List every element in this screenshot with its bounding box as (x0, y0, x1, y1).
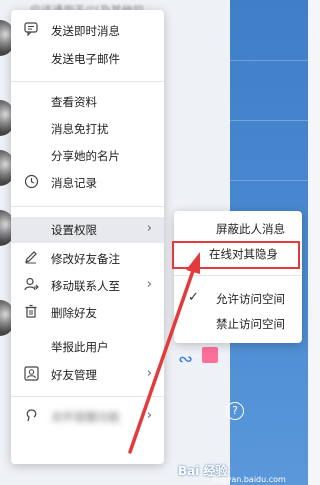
submenu-item-block-messages[interactable]: 屏蔽此人消息 (174, 217, 302, 241)
menu-item-do-not-disturb[interactable]: 消息免打扰 (11, 116, 164, 142)
context-menu: 发送即时消息 发送电子邮件 查看资料 消息免打扰 分享她的名片 消息记录 设置权… (11, 10, 164, 464)
person-card-icon (23, 366, 39, 382)
menu-divider (11, 396, 164, 397)
chevron-right-icon: › (146, 221, 152, 236)
care-icon (23, 408, 39, 424)
submenu-item-label: 允许访问空间 (216, 292, 285, 306)
menu-item-delete-friend[interactable]: 删除好友 (11, 300, 164, 326)
menu-item-send-im[interactable]: 发送即时消息 (11, 18, 164, 44)
person-move-icon (23, 277, 39, 293)
menu-item-label: 分享她的名片 (51, 149, 120, 163)
clock-icon (23, 174, 39, 190)
submenu-item-label: 在线对其隐身 (209, 247, 278, 261)
menu-item-friend-manage[interactable]: 好友管理 › (11, 362, 164, 388)
watermark-url: jingyan.baidu.com (212, 475, 286, 484)
submenu-item-invisible-online[interactable]: 在线对其隐身 (172, 241, 300, 269)
submenu-divider (174, 275, 302, 276)
menu-item-label: 移动联系人至 (51, 279, 120, 293)
pencil-icon (23, 250, 39, 266)
trash-icon (23, 304, 39, 320)
help-icon[interactable]: ? (226, 402, 244, 420)
chat-bubble-icon (23, 22, 39, 38)
check-icon: ✓ (188, 290, 199, 305)
menu-item-share-card[interactable]: 分享她的名片 (11, 143, 164, 169)
swirl-icon[interactable]: ∾ (178, 349, 193, 370)
gift-icon[interactable] (202, 347, 218, 363)
menu-item-view-profile[interactable]: 查看资料 (11, 89, 164, 115)
side-divider (230, 180, 308, 181)
submenu-item-deny-space[interactable]: 禁止访问空间 (174, 312, 302, 336)
menu-item-report-user[interactable]: 举报此用户 (11, 334, 164, 360)
menu-divider (11, 81, 164, 82)
submenu-item-allow-space[interactable]: ✓ 允许访问空间 (174, 287, 302, 311)
menu-item-move-contact[interactable]: 移动联系人至 › (11, 273, 164, 299)
menu-item-label: 消息记录 (51, 176, 97, 190)
submenu-item-label: 屏蔽此人消息 (216, 222, 285, 236)
menu-item-label: 删除好友 (51, 306, 97, 320)
menu-item-set-permission[interactable]: 设置权限 › (11, 217, 164, 243)
menu-item-label: 修改好友备注 (51, 252, 120, 266)
menu-item-send-email[interactable]: 发送电子邮件 (11, 46, 164, 72)
menu-item-label: 发送即时消息 (51, 24, 120, 38)
menu-item-label: 设置权限 (51, 223, 97, 237)
menu-item-label: 发送电子邮件 (51, 52, 120, 66)
menu-item-label: 消息免打扰 (51, 122, 109, 136)
side-divider (230, 60, 308, 61)
menu-item-care-reminder[interactable]: 关怀提醒功能 › (11, 404, 164, 430)
menu-item-label: 查看资料 (51, 95, 97, 109)
side-divider (230, 120, 308, 121)
menu-item-label: 关怀提醒功能 (51, 410, 120, 424)
menu-divider (11, 206, 164, 207)
chevron-right-icon: › (146, 366, 152, 381)
submenu-item-label: 禁止访问空间 (216, 317, 285, 331)
permission-submenu: 屏蔽此人消息 在线对其隐身 ✓ 允许访问空间 禁止访问空间 (172, 211, 302, 343)
chevron-right-icon: › (146, 408, 152, 423)
chevron-right-icon: › (146, 277, 152, 292)
menu-item-label: 举报此用户 (51, 340, 109, 354)
menu-item-label: 好友管理 (51, 368, 97, 382)
menu-item-message-history[interactable]: 消息记录 (11, 170, 164, 196)
menu-item-edit-remark[interactable]: 修改好友备注 (11, 246, 164, 272)
